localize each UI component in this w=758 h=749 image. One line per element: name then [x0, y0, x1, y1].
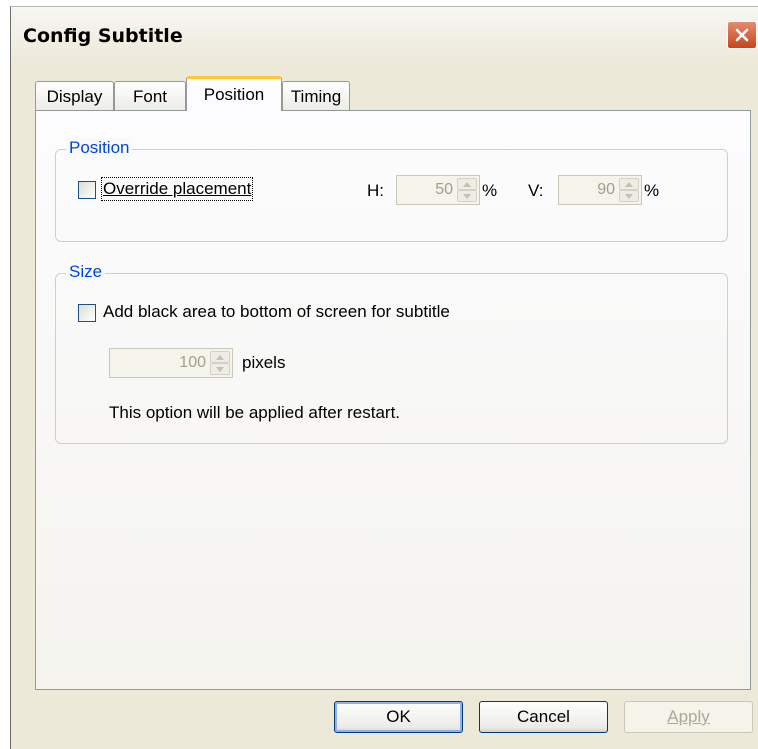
h-up-button[interactable] — [457, 178, 477, 190]
tab-display[interactable]: Display — [35, 81, 114, 111]
tab-display-label: Display — [46, 86, 103, 106]
position-tab-panel: Position Override placement H: 50 % V: 9… — [35, 110, 751, 690]
tab-timing-label: Timing — [290, 86, 342, 106]
h-down-button[interactable] — [457, 190, 477, 202]
h-value: 50 — [435, 181, 453, 198]
config-subtitle-dialog: Config Subtitle Display Font Position Ti… — [10, 6, 758, 749]
close-button[interactable] — [727, 21, 757, 49]
chevron-down-icon — [463, 193, 471, 199]
override-placement-text: Override placement — [103, 179, 252, 198]
v-down-button[interactable] — [619, 190, 639, 202]
chevron-up-icon — [463, 181, 471, 187]
restart-note: This option will be applied after restar… — [109, 403, 401, 422]
v-value: 90 — [597, 181, 615, 198]
pixels-spinner-arrows — [210, 351, 230, 375]
cancel-button-label: Cancel — [517, 707, 570, 726]
v-spinner[interactable]: 90 — [558, 175, 642, 205]
override-placement-checkbox[interactable] — [78, 181, 96, 199]
black-area-label[interactable]: Add black area to bottom of screen for s… — [103, 302, 450, 322]
h-label: H: — [367, 181, 384, 200]
chevron-up-icon — [216, 354, 224, 360]
chevron-up-icon — [625, 181, 633, 187]
chevron-down-icon — [625, 193, 633, 199]
apply-button[interactable]: Apply — [624, 701, 753, 733]
h-spinner-arrows — [457, 178, 477, 202]
chevron-down-icon — [216, 366, 224, 372]
black-area-checkbox[interactable] — [78, 304, 96, 322]
position-group-title: Position — [66, 138, 133, 158]
tab-position-label: Position — [203, 85, 265, 104]
tab-position[interactable]: Position — [186, 76, 282, 111]
pixels-spinner[interactable]: 100 — [109, 348, 233, 378]
override-placement-label[interactable]: Override placement — [100, 177, 254, 201]
close-icon — [735, 28, 749, 42]
v-unit: % — [644, 181, 660, 200]
title-bar: Config Subtitle — [11, 7, 758, 65]
cancel-button[interactable]: Cancel — [479, 701, 608, 733]
size-group-title: Size — [66, 262, 106, 282]
apply-button-label: Apply — [667, 707, 710, 726]
h-unit: % — [482, 181, 498, 200]
v-up-button[interactable] — [619, 178, 639, 190]
pixels-up-button[interactable] — [210, 351, 230, 363]
pixels-value: 100 — [179, 354, 206, 371]
tab-font-label: Font — [132, 86, 168, 106]
tab-timing[interactable]: Timing — [282, 81, 350, 111]
v-spinner-arrows — [619, 178, 639, 202]
ok-button[interactable]: OK — [334, 701, 463, 733]
tab-font[interactable]: Font — [114, 81, 186, 111]
h-spinner[interactable]: 50 — [396, 175, 480, 205]
pixels-down-button[interactable] — [210, 363, 230, 375]
v-label: V: — [528, 181, 544, 200]
dialog-title: Config Subtitle — [23, 25, 183, 47]
pixels-unit: pixels — [242, 353, 286, 372]
ok-button-label: OK — [386, 707, 411, 726]
